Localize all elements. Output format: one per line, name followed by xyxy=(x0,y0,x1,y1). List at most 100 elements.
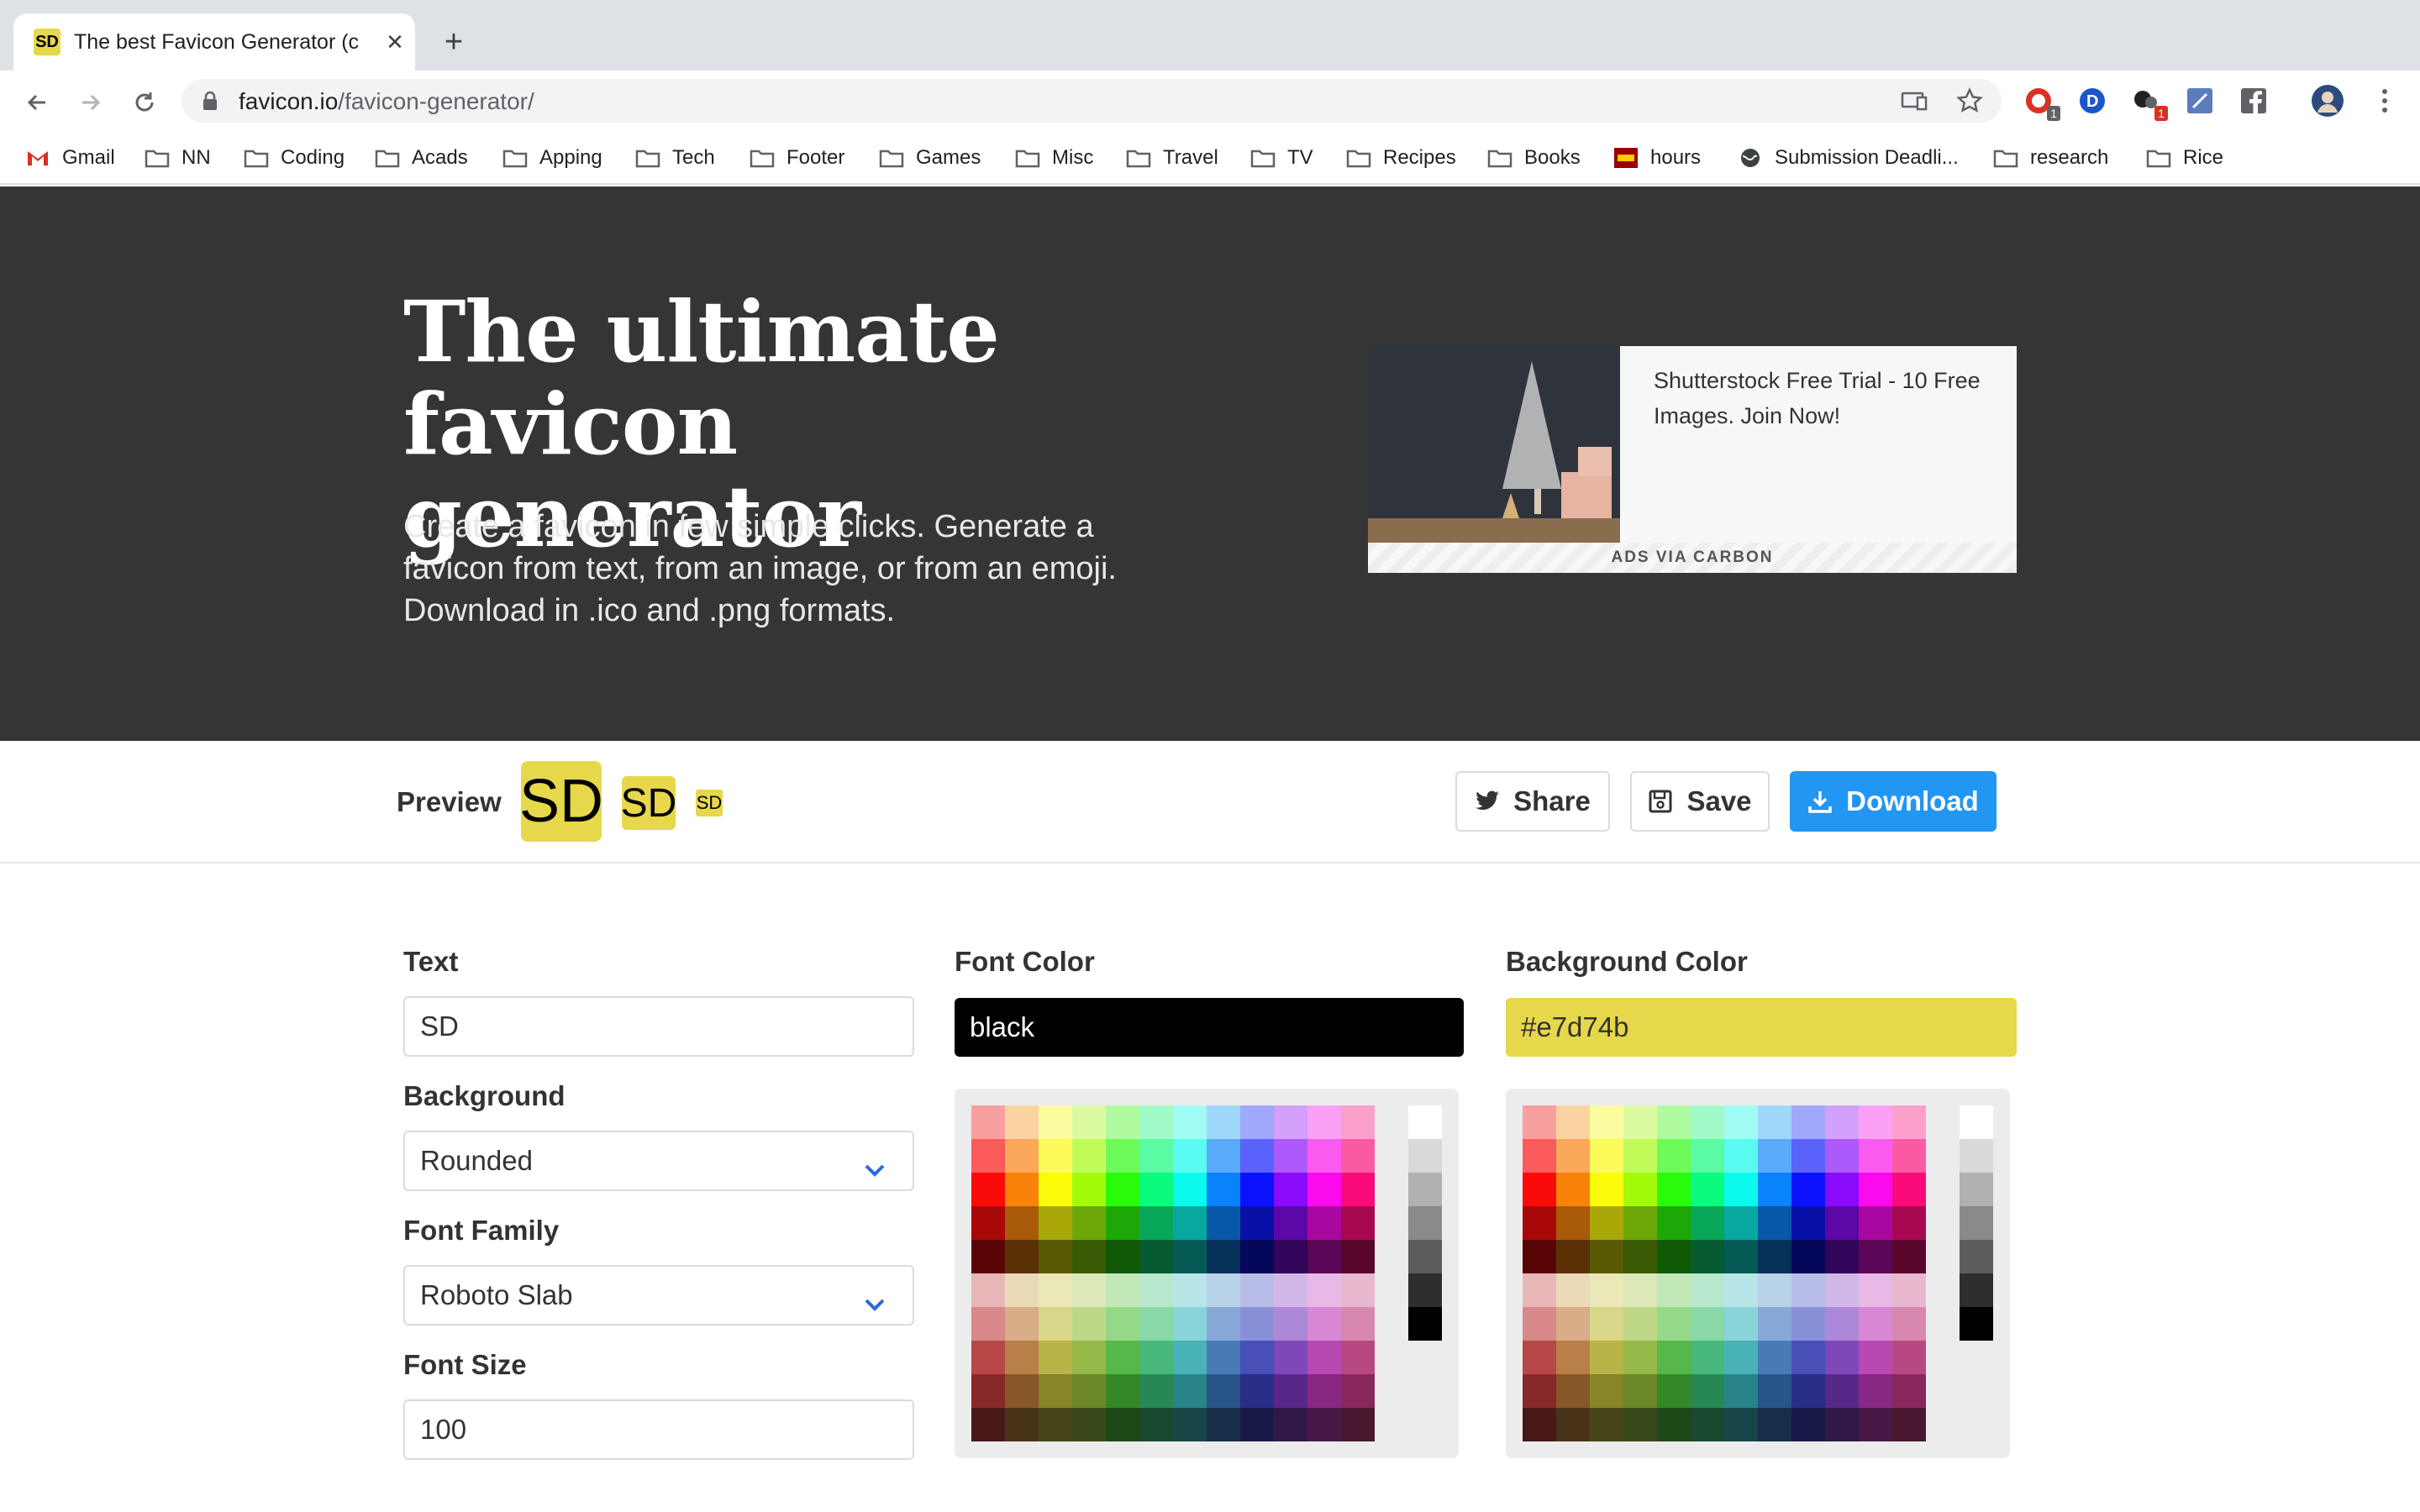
color-swatch[interactable] xyxy=(1859,1173,1892,1206)
color-swatch[interactable] xyxy=(1307,1173,1341,1206)
color-swatch[interactable] xyxy=(971,1307,1005,1341)
color-swatch[interactable] xyxy=(1892,1173,1926,1206)
color-swatch[interactable] xyxy=(1657,1273,1691,1307)
color-swatch[interactable] xyxy=(1657,1307,1691,1341)
color-swatch[interactable] xyxy=(1173,1240,1207,1273)
color-swatch[interactable] xyxy=(1523,1307,1556,1341)
color-swatch[interactable] xyxy=(1039,1206,1072,1240)
color-swatch[interactable] xyxy=(1758,1341,1791,1374)
color-swatch[interactable] xyxy=(1005,1408,1039,1441)
color-swatch[interactable] xyxy=(1523,1240,1556,1273)
bookmark-acads[interactable]: Acads xyxy=(375,143,468,173)
color-swatch[interactable] xyxy=(1005,1374,1039,1408)
color-swatch[interactable] xyxy=(1139,1105,1173,1139)
color-swatch[interactable] xyxy=(1106,1341,1139,1374)
color-swatch[interactable] xyxy=(1623,1408,1657,1441)
color-swatch[interactable] xyxy=(1556,1374,1590,1408)
color-swatch[interactable] xyxy=(1859,1307,1892,1341)
color-swatch[interactable] xyxy=(971,1374,1005,1408)
color-swatch[interactable] xyxy=(1307,1273,1341,1307)
color-swatch[interactable] xyxy=(1859,1240,1892,1273)
grey-swatch[interactable] xyxy=(1960,1206,1993,1240)
color-swatch[interactable] xyxy=(1240,1240,1274,1273)
bookmark-rice[interactable]: Rice xyxy=(2146,143,2223,173)
color-swatch[interactable] xyxy=(1758,1374,1791,1408)
color-swatch[interactable] xyxy=(1791,1408,1825,1441)
color-swatch[interactable] xyxy=(1791,1374,1825,1408)
color-swatch[interactable] xyxy=(1825,1105,1859,1139)
color-swatch[interactable] xyxy=(1825,1341,1859,1374)
bookmark-travel[interactable]: Travel xyxy=(1126,143,1218,173)
color-swatch[interactable] xyxy=(1072,1307,1106,1341)
bookmark-star-icon[interactable] xyxy=(1956,87,1983,114)
color-swatch[interactable] xyxy=(1657,1408,1691,1441)
color-swatch[interactable] xyxy=(1039,1374,1072,1408)
bookmark-submission-deadli[interactable]: Submission Deadli... xyxy=(1738,143,1959,173)
color-swatch[interactable] xyxy=(971,1240,1005,1273)
lock-icon[interactable] xyxy=(202,91,218,115)
color-swatch[interactable] xyxy=(1005,1273,1039,1307)
color-swatch[interactable] xyxy=(1274,1273,1307,1307)
color-swatch[interactable] xyxy=(1106,1173,1139,1206)
color-swatch[interactable] xyxy=(1341,1341,1375,1374)
color-swatch[interactable] xyxy=(1173,1374,1207,1408)
color-swatch[interactable] xyxy=(1657,1240,1691,1273)
color-swatch[interactable] xyxy=(1691,1307,1724,1341)
color-swatch[interactable] xyxy=(1139,1139,1173,1173)
color-swatch[interactable] xyxy=(1623,1374,1657,1408)
url-text[interactable]: favicon.io/favicon-generator/ xyxy=(239,88,534,115)
color-swatch[interactable] xyxy=(1825,1173,1859,1206)
bookmark-tv[interactable]: TV xyxy=(1250,143,1313,173)
color-swatch[interactable] xyxy=(1691,1374,1724,1408)
color-swatch[interactable] xyxy=(1240,1374,1274,1408)
color-swatch[interactable] xyxy=(1724,1173,1758,1206)
cast-icon[interactable] xyxy=(1901,87,1928,114)
color-swatch[interactable] xyxy=(1825,1374,1859,1408)
bookmark-books[interactable]: Books xyxy=(1487,143,1581,173)
color-swatch[interactable] xyxy=(1207,1408,1240,1441)
color-swatch[interactable] xyxy=(1556,1173,1590,1206)
color-swatch[interactable] xyxy=(1758,1105,1791,1139)
color-swatch[interactable] xyxy=(1859,1408,1892,1441)
color-swatch[interactable] xyxy=(1523,1139,1556,1173)
color-swatch[interactable] xyxy=(1240,1105,1274,1139)
color-swatch[interactable] xyxy=(1691,1173,1724,1206)
color-swatch[interactable] xyxy=(1825,1273,1859,1307)
color-swatch[interactable] xyxy=(1691,1139,1724,1173)
color-swatch[interactable] xyxy=(1791,1307,1825,1341)
color-swatch[interactable] xyxy=(1724,1408,1758,1441)
bookmark-recipes[interactable]: Recipes xyxy=(1346,143,1456,173)
extension-pen-icon[interactable] xyxy=(2183,84,2217,118)
color-swatch[interactable] xyxy=(1590,1408,1623,1441)
color-swatch[interactable] xyxy=(1758,1139,1791,1173)
color-swatch[interactable] xyxy=(1139,1408,1173,1441)
grey-swatch[interactable] xyxy=(1408,1139,1442,1173)
color-swatch[interactable] xyxy=(1341,1273,1375,1307)
grey-swatch[interactable] xyxy=(1408,1307,1442,1341)
color-swatch[interactable] xyxy=(1341,1408,1375,1441)
color-swatch[interactable] xyxy=(1207,1273,1240,1307)
color-swatch[interactable] xyxy=(1207,1341,1240,1374)
color-swatch[interactable] xyxy=(1590,1341,1623,1374)
grey-swatch[interactable] xyxy=(1960,1307,1993,1341)
bookmark-tech[interactable]: Tech xyxy=(635,143,715,173)
color-swatch[interactable] xyxy=(1590,1173,1623,1206)
color-swatch[interactable] xyxy=(1139,1374,1173,1408)
color-swatch[interactable] xyxy=(1240,1307,1274,1341)
color-swatch[interactable] xyxy=(1173,1206,1207,1240)
color-swatch[interactable] xyxy=(1590,1105,1623,1139)
color-swatch[interactable] xyxy=(1657,1139,1691,1173)
font-color-input[interactable]: black xyxy=(955,998,1464,1057)
color-swatch[interactable] xyxy=(1859,1273,1892,1307)
color-swatch[interactable] xyxy=(1207,1105,1240,1139)
color-swatch[interactable] xyxy=(1106,1139,1139,1173)
color-swatch[interactable] xyxy=(1556,1139,1590,1173)
color-swatch[interactable] xyxy=(1623,1139,1657,1173)
color-swatch[interactable] xyxy=(1623,1240,1657,1273)
color-swatch[interactable] xyxy=(1892,1240,1926,1273)
color-swatch[interactable] xyxy=(1590,1374,1623,1408)
color-swatch[interactable] xyxy=(1523,1341,1556,1374)
color-swatch[interactable] xyxy=(1657,1374,1691,1408)
color-swatch[interactable] xyxy=(1307,1307,1341,1341)
extension-d-icon[interactable]: D xyxy=(2075,84,2109,118)
